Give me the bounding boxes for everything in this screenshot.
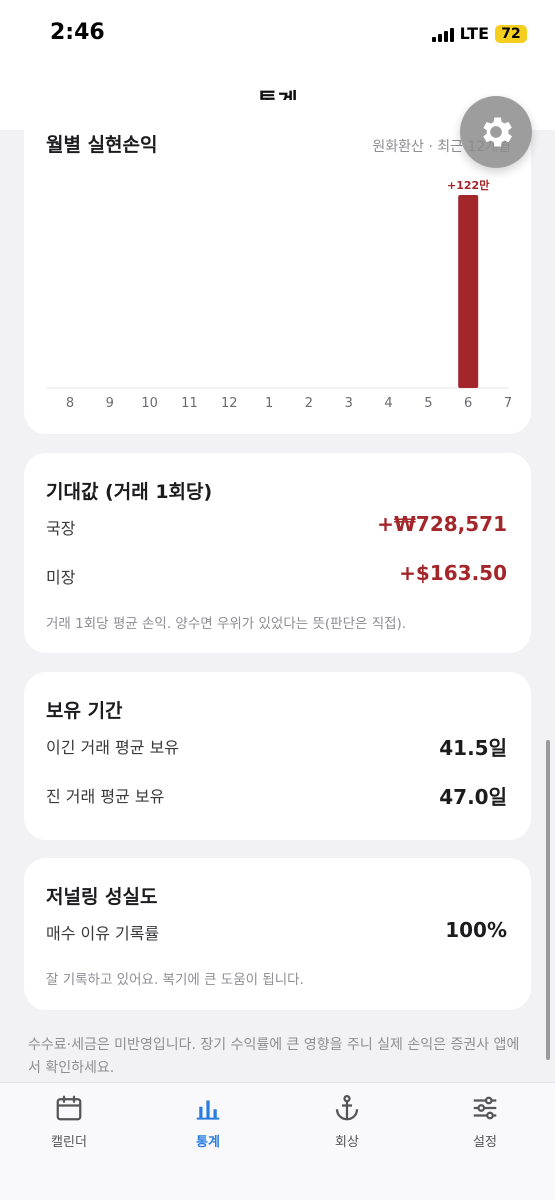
- chart-tick-label: 8: [66, 396, 74, 411]
- tab-calendar-label: 캘린더: [51, 1135, 87, 1150]
- chart-tick-label: 7: [504, 396, 512, 411]
- disclaimer-note: 수수료·세금은 미반영입니다. 장기 수익률에 큰 영향을 주니 실제 손익은 …: [28, 1037, 520, 1076]
- kr-market-label: 국장: [46, 519, 76, 538]
- chart-tick-label: 12: [221, 396, 238, 411]
- chart-bar[interactable]: [458, 195, 479, 388]
- status-indicators: LTE 72: [431, 24, 527, 43]
- chart-tick-label: 2: [305, 396, 313, 411]
- tab-calendar[interactable]: 캘린더: [24, 1093, 114, 1150]
- chart-data-label: +122만: [447, 178, 489, 192]
- us-market-label: 미장: [46, 568, 76, 587]
- gear-icon: [483, 117, 512, 147]
- tab-settings-label: 설정: [473, 1135, 497, 1150]
- chart-tick-label: 1: [265, 396, 273, 411]
- settings-fab-button[interactable]: [460, 96, 532, 168]
- signal-icon: [431, 26, 454, 42]
- calendar-icon: [56, 1095, 82, 1121]
- tab-settings[interactable]: 설정: [440, 1093, 530, 1150]
- bar-chart-icon: [196, 1100, 220, 1120]
- sliders-icon: [473, 1096, 497, 1120]
- chart-tick-label: 10: [141, 396, 158, 411]
- expected-value-card: 기대값 (거래 1회당) 국장 +₩728,571 미장 +$163.50 거래…: [24, 453, 531, 653]
- battery-icon: 72: [495, 24, 527, 43]
- journal-title: 저널링 성실도: [46, 886, 158, 908]
- journal-note: 잘 기록하고 있어요. 복기에 큰 도움이 됩니다.: [46, 972, 304, 988]
- journaling-card: 저널링 성실도 매수 이유 기록률 100% 잘 기록하고 있어요. 복기에 큰…: [24, 858, 531, 1010]
- scrollbar[interactable]: [546, 740, 550, 1060]
- chart-tick-label: 5: [424, 396, 432, 411]
- monthly-pnl-card: 월별 실현손익 원화환산 · 최근 12개월 8 9 10 11 12 1 2 3 4 5 +122…: [24, 100, 531, 434]
- chart-tick-label: 4: [384, 396, 392, 411]
- tab-bar: 캘린더 통계 회상 설정: [0, 1082, 555, 1200]
- anchor-icon: [335, 1095, 359, 1121]
- status-time: 2:46: [50, 20, 105, 45]
- chart-tick-label: 3: [345, 396, 353, 411]
- loss-hold-label: 진 거래 평균 보유: [46, 787, 165, 806]
- loss-hold-value: 47.0일: [439, 785, 507, 809]
- status-bar: 2:46 LTE 72: [0, 0, 555, 70]
- journal-rate-value: 100%: [445, 918, 507, 942]
- chart-tick-label: 6: [464, 396, 472, 411]
- journal-rate-label: 매수 이유 기록률: [46, 924, 160, 943]
- chart-tick-label: 11: [181, 396, 198, 411]
- holding-title: 보유 기간: [46, 700, 123, 722]
- expected-title: 기대값 (거래 1회당): [46, 481, 213, 503]
- network-label: LTE: [459, 24, 489, 43]
- kr-market-value: +₩728,571: [377, 512, 507, 536]
- holding-period-card: 보유 기간 이긴 거래 평균 보유 41.5일 진 거래 평균 보유 47.0일: [24, 672, 531, 840]
- win-hold-label: 이긴 거래 평균 보유: [46, 738, 180, 757]
- monthly-pnl-chart: 8 9 10 11 12 1 2 3 4 5+122만6 7: [46, 178, 512, 411]
- tab-stats[interactable]: 통계: [163, 1093, 253, 1150]
- tab-recall[interactable]: 회상: [302, 1093, 392, 1150]
- tab-recall-label: 회상: [335, 1135, 359, 1150]
- expected-note: 거래 1회당 평균 손익. 양수면 우위가 있었다는 뜻(판단은 직접).: [46, 616, 407, 632]
- win-hold-value: 41.5일: [439, 736, 507, 760]
- us-market-value: +$163.50: [399, 561, 507, 585]
- chart-tick-label: 9: [106, 396, 114, 411]
- tab-stats-label: 통계: [196, 1135, 220, 1150]
